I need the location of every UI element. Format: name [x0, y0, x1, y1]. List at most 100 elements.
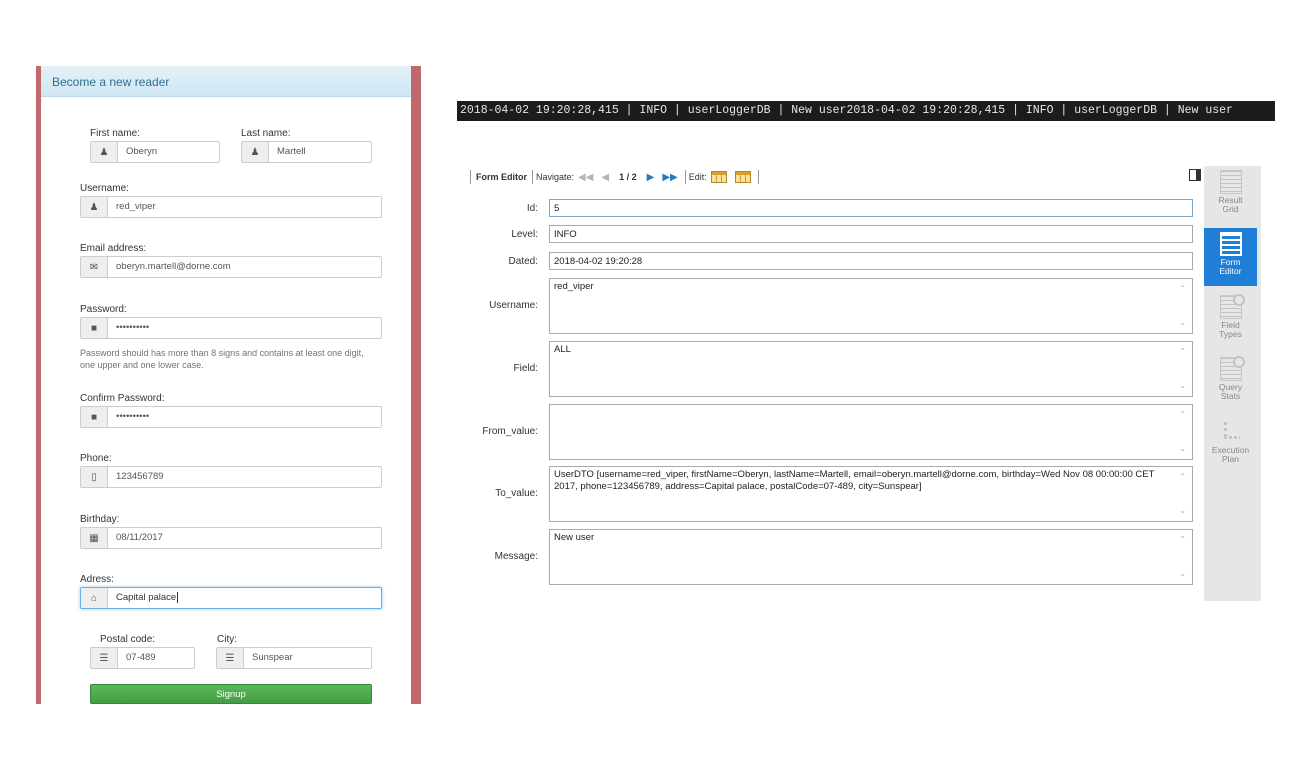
- query-stats-label-2: Stats: [1220, 391, 1241, 401]
- first-name-value: Oberyn: [126, 146, 158, 157]
- user-icon: ♟: [81, 197, 108, 217]
- postal-code-value: 07-489: [126, 652, 156, 663]
- city-input[interactable]: ☰ Sunspear: [216, 647, 372, 669]
- email-label: Email address:: [80, 243, 147, 254]
- query-stats-icon: [1219, 356, 1245, 381]
- form-editor-button[interactable]: Form Editor: [1204, 228, 1257, 286]
- message-label: Message:: [494, 551, 538, 562]
- username-label: Username:: [80, 183, 129, 194]
- city-label: City:: [217, 634, 237, 645]
- scroll-up-icon[interactable]: ⌃: [1179, 283, 1186, 295]
- address-label: Adress:: [80, 574, 114, 585]
- registration-panel: Become a new reader First name: ♟ Oberyn…: [36, 66, 421, 704]
- scroll-down-icon[interactable]: ⌄: [1179, 317, 1186, 329]
- phone-input[interactable]: ▯ 123456789: [80, 466, 382, 488]
- username-field-value: red_viper: [554, 281, 594, 292]
- lock-icon: ■: [81, 407, 108, 427]
- username-field[interactable]: red_viper ⌃ ⌄: [549, 278, 1193, 334]
- address-value: Capital palace: [116, 592, 177, 603]
- list-icon: ☰: [217, 648, 244, 668]
- password-label: Password:: [80, 304, 127, 315]
- page-indicator: 1 / 2: [619, 172, 637, 182]
- list-icon: ☰: [91, 648, 118, 668]
- phone-value: 123456789: [116, 471, 164, 482]
- scroll-down-icon[interactable]: ⌄: [1179, 505, 1186, 517]
- postal-code-input[interactable]: ☰ 07-489: [90, 647, 195, 669]
- scroll-up-icon[interactable]: ⌃: [1179, 409, 1186, 421]
- previous-record-icon[interactable]: ◀: [601, 172, 609, 183]
- home-icon: ⌂: [81, 588, 108, 608]
- query-stats-button[interactable]: Query Stats: [1204, 353, 1257, 411]
- username-value: red_viper: [116, 201, 156, 212]
- first-name-input[interactable]: ♟ Oberyn: [90, 141, 220, 163]
- result-grid-button[interactable]: Result Grid: [1204, 166, 1257, 224]
- first-name-label: First name:: [90, 128, 141, 139]
- execution-plan-icon: [1220, 420, 1242, 444]
- toolbar-separator: [532, 170, 533, 184]
- scroll-up-icon[interactable]: ⌃: [1179, 534, 1186, 546]
- registration-card: Become a new reader First name: ♟ Oberyn…: [41, 66, 411, 704]
- password-help-line1: Password should has more than 8 signs an…: [80, 348, 364, 358]
- email-value: oberyn.martell@dorne.com: [116, 261, 231, 272]
- email-input[interactable]: ✉ oberyn.martell@dorne.com: [80, 256, 382, 278]
- registration-header: Become a new reader: [41, 66, 411, 97]
- address-input[interactable]: ⌂ Capital palace: [80, 587, 382, 609]
- last-name-input[interactable]: ♟ Martell: [241, 141, 372, 163]
- field-field-value: ALL: [554, 344, 571, 355]
- result-grid-label-2: Grid: [1222, 204, 1239, 214]
- field-label: Field:: [513, 363, 538, 374]
- username-field-label: Username:: [489, 300, 538, 311]
- dated-label: Dated:: [508, 256, 538, 267]
- field-types-label-2: Types: [1219, 329, 1242, 339]
- city-value: Sunspear: [252, 652, 293, 663]
- postal-code-label: Postal code:: [100, 634, 156, 645]
- username-input[interactable]: ♟ red_viper: [80, 196, 382, 218]
- scroll-down-icon[interactable]: ⌄: [1179, 568, 1186, 580]
- birthday-input[interactable]: ▦ 08/11/2017: [80, 527, 382, 549]
- log-output: 2018-04-02 19:20:28,415 | INFO | userLog…: [457, 101, 1275, 121]
- delete-row-icon[interactable]: [710, 171, 727, 183]
- to-value-field[interactable]: UserDTO [username=red_viper, firstName=O…: [549, 466, 1193, 522]
- field-types-button[interactable]: Field Types: [1204, 291, 1257, 349]
- confirm-password-value: ••••••••••: [116, 411, 150, 422]
- calendar-icon: ▦: [81, 528, 108, 548]
- form-editor-label-2: Editor: [1219, 266, 1242, 276]
- lock-icon: ■: [81, 318, 108, 338]
- add-row-icon[interactable]: [734, 171, 751, 183]
- signup-button[interactable]: Signup: [90, 684, 372, 704]
- field-field[interactable]: ALL ⌃ ⌄: [549, 341, 1193, 397]
- scroll-down-icon[interactable]: ⌄: [1179, 443, 1186, 455]
- next-record-icon[interactable]: ▶: [647, 172, 655, 183]
- id-field[interactable]: 5: [549, 199, 1193, 217]
- from-value-field[interactable]: ⌃ ⌄: [549, 404, 1193, 460]
- result-grid-icon: [1219, 170, 1242, 194]
- password-input[interactable]: ■ ••••••••••: [80, 317, 382, 339]
- from-value-label: From_value:: [482, 426, 538, 437]
- scroll-up-icon[interactable]: ⌃: [1179, 346, 1186, 358]
- to-value-label: To_value:: [495, 488, 538, 499]
- toolbar-separator: [684, 170, 686, 184]
- to-value-field-value: UserDTO [username=red_viper, firstName=O…: [554, 469, 1155, 492]
- first-record-icon[interactable]: ◀◀: [578, 172, 593, 183]
- panel-toggle-icon[interactable]: [1189, 169, 1201, 181]
- last-record-icon[interactable]: ▶▶: [662, 172, 677, 183]
- birthday-label: Birthday:: [80, 514, 120, 525]
- dated-field[interactable]: 2018-04-02 19:20:28: [549, 252, 1193, 270]
- scroll-down-icon[interactable]: ⌄: [1179, 380, 1186, 392]
- level-field[interactable]: INFO: [549, 225, 1193, 243]
- user-icon: ♟: [91, 142, 118, 162]
- last-name-value: Martell: [277, 146, 306, 157]
- last-name-label: Last name:: [241, 128, 291, 139]
- scroll-up-icon[interactable]: ⌃: [1179, 471, 1186, 483]
- toolbar-separator: [757, 170, 759, 184]
- confirm-password-input[interactable]: ■ ••••••••••: [80, 406, 382, 428]
- field-types-icon: [1219, 294, 1245, 319]
- toolbar-separator: [470, 170, 471, 184]
- password-value: ••••••••••: [116, 322, 150, 333]
- message-field-value: New user: [554, 532, 595, 543]
- user-icon: ♟: [242, 142, 269, 162]
- execution-plan-button[interactable]: Execution Plan: [1204, 416, 1257, 474]
- phone-icon: ▯: [81, 467, 108, 487]
- execution-plan-label-2: Plan: [1221, 454, 1239, 464]
- message-field[interactable]: New user ⌃ ⌄: [549, 529, 1193, 585]
